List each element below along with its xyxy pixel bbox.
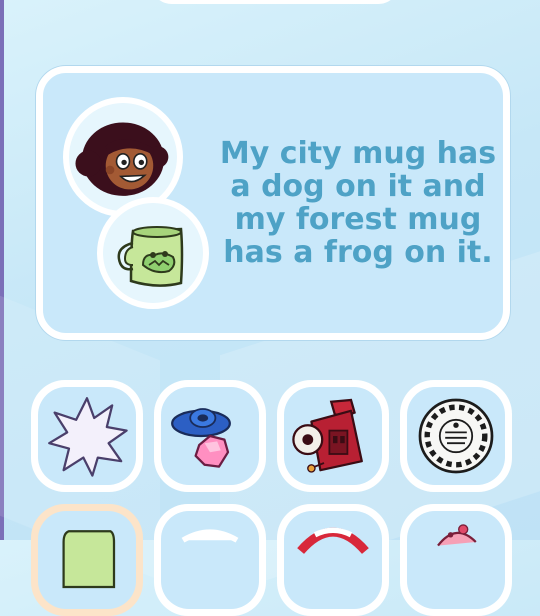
green-mug-icon — [62, 530, 116, 589]
inventory-slot[interactable] — [154, 504, 266, 616]
red-camera-icon — [292, 398, 363, 473]
inventory-slot-selected[interactable] — [31, 504, 143, 616]
inventory-slot[interactable] — [277, 380, 389, 492]
star-burst-icon — [48, 397, 128, 477]
dialog-box[interactable]: My city mug has a dog on it and my fores… — [36, 66, 510, 340]
dialog-text: My city mug has a dog on it and my fores… — [219, 136, 497, 270]
inventory-slot[interactable] — [277, 504, 389, 616]
gem-ring-icon — [171, 408, 231, 468]
top-menu-bar[interactable] — [150, 0, 400, 4]
blank-item-icon — [181, 529, 239, 543]
pink-creature-icon — [437, 524, 477, 547]
inventory-slot[interactable] — [400, 504, 512, 616]
life-ring-icon — [297, 527, 369, 555]
inventory-slot[interactable] — [31, 380, 143, 492]
viewmaster-reel-icon — [418, 398, 494, 474]
frog-mug-icon — [97, 197, 209, 309]
inventory-slot[interactable] — [400, 380, 512, 492]
inventory-slot[interactable] — [154, 380, 266, 492]
